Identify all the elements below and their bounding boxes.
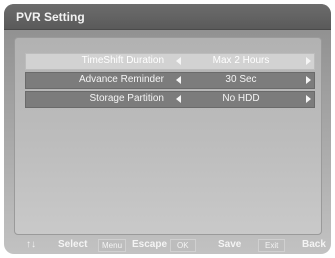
menu-key[interactable]: Menu bbox=[98, 239, 127, 252]
back-hint: Back bbox=[302, 239, 326, 250]
setting-row-advance-reminder[interactable]: Advance Reminder 30 Sec bbox=[25, 72, 315, 89]
exit-key[interactable]: Exit bbox=[258, 239, 286, 252]
setting-label: Storage Partition bbox=[89, 93, 165, 104]
arrow-right-icon[interactable] bbox=[306, 76, 311, 84]
footer-hint-bar: ↑↓ Select Menu Escape OK Save Exit Back bbox=[4, 236, 331, 254]
setting-value: Max 2 Hours bbox=[212, 55, 270, 66]
setting-row-timeshift-duration[interactable]: TimeShift Duration Max 2 Hours bbox=[25, 53, 315, 70]
setting-value: No HDD bbox=[222, 93, 260, 104]
ok-key[interactable]: OK bbox=[170, 239, 196, 252]
setting-label: Advance Reminder bbox=[78, 74, 164, 85]
up-down-arrows-icon: ↑↓ bbox=[26, 239, 36, 250]
screen: PVR Setting TimeShift Duration Max 2 Hou… bbox=[0, 0, 335, 258]
arrow-right-icon[interactable] bbox=[306, 95, 311, 103]
window-title: PVR Setting bbox=[16, 10, 85, 24]
setting-value: 30 Sec bbox=[225, 74, 257, 85]
settings-list: TimeShift Duration Max 2 Hours Advance R… bbox=[14, 37, 322, 235]
title-bar: PVR Setting bbox=[4, 4, 331, 30]
escape-hint: Escape bbox=[132, 239, 168, 250]
setting-label: TimeShift Duration bbox=[81, 55, 164, 66]
arrow-right-icon[interactable] bbox=[306, 57, 311, 65]
select-hint: Select bbox=[58, 239, 88, 250]
pvr-setting-panel: PVR Setting TimeShift Duration Max 2 Hou… bbox=[4, 4, 331, 254]
save-hint: Save bbox=[218, 239, 242, 250]
setting-row-storage-partition[interactable]: Storage Partition No HDD bbox=[25, 91, 315, 108]
